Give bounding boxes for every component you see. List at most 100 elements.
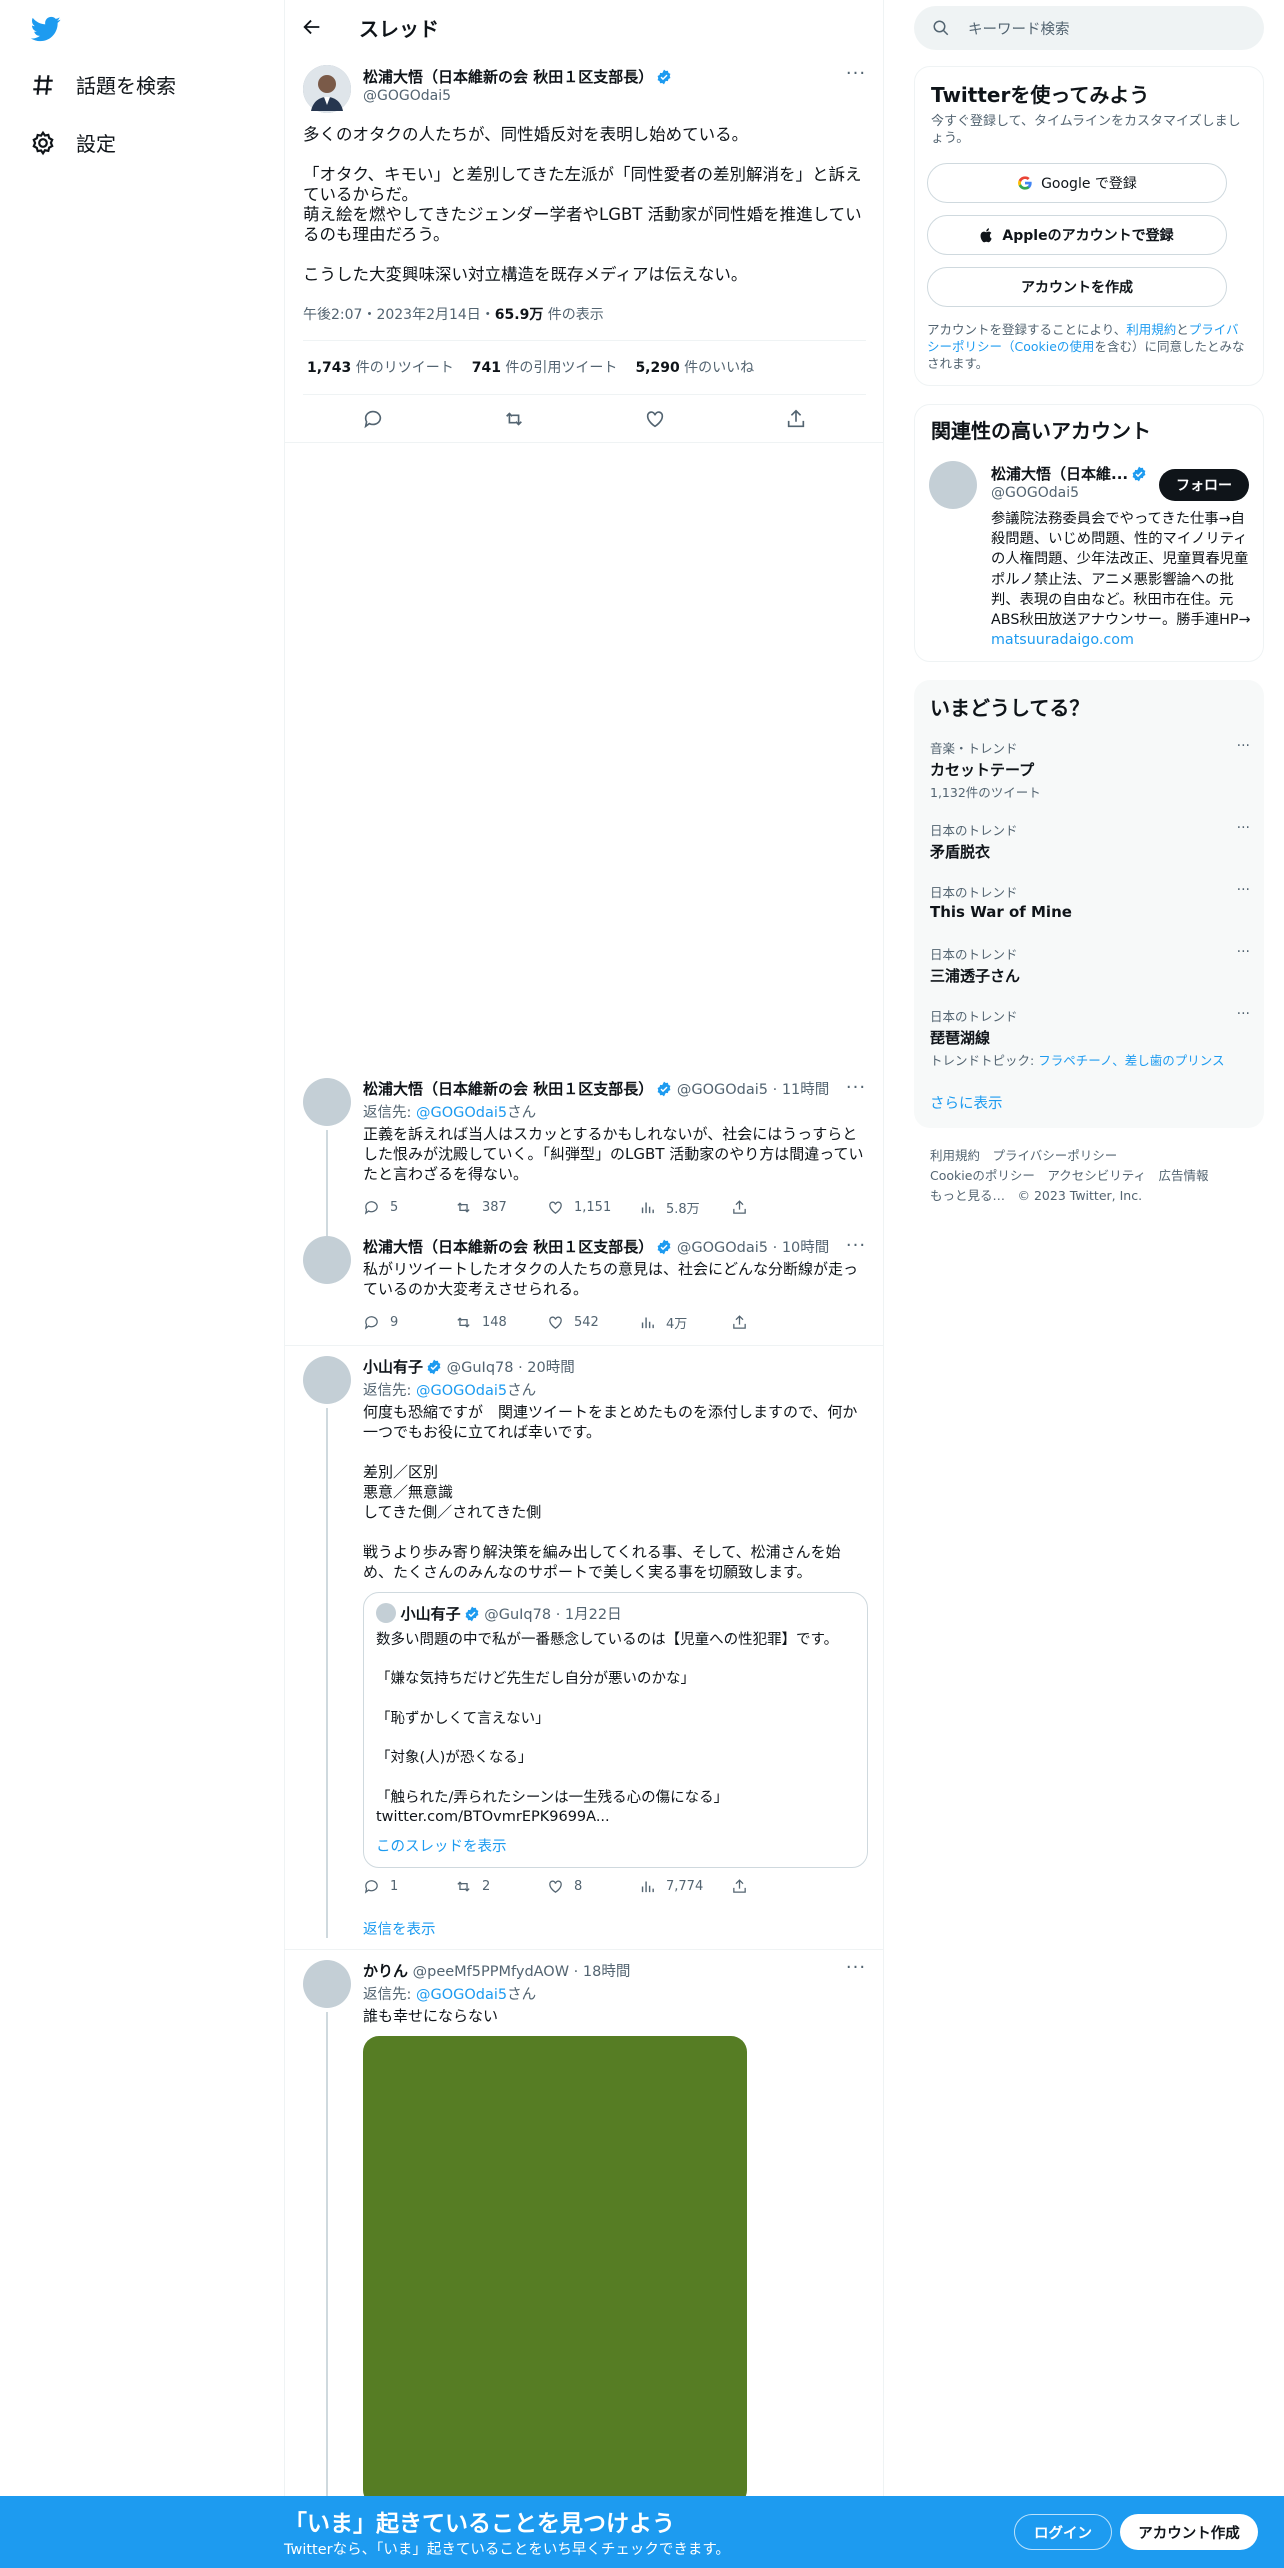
trend-topic-links[interactable]: フラペチーノ、差し歯のプリンス [1038, 1053, 1224, 1068]
more-options-icon[interactable]: ··· [1237, 820, 1250, 836]
views-action[interactable]: 5.8万 [639, 1198, 731, 1217]
reply-to-handle[interactable]: @GOGOdai5 [416, 1383, 507, 1399]
reply-content: 松浦大悟（日本維新の会 秋田１区支部長） @GOGOdai5 · 11時間 返信… [363, 1078, 868, 1217]
signup-button[interactable]: アカウント作成 [1120, 2514, 1258, 2550]
like-icon [549, 1201, 562, 1214]
reply-author-name[interactable]: 小山有子 [363, 1358, 423, 1376]
like-action[interactable]: 542 [547, 1314, 639, 1331]
likes-stat[interactable]: 5,290 件のいいね [635, 357, 754, 377]
more-options-icon[interactable]: ··· [1237, 1006, 1250, 1022]
show-more-link[interactable]: さらに表示 [930, 1092, 1003, 1113]
search-input[interactable]: キーワード検索 [914, 6, 1264, 50]
show-replies-link[interactable]: 返信を表示 [363, 1918, 436, 1939]
main-column: スレッド 松浦大悟（日本維新の会 秋田１区支部長） @GOGOdai5 ··· … [284, 0, 884, 2568]
focus-author[interactable]: 松浦大悟（日本維新の会 秋田１区支部長） @GOGOdai5 [363, 66, 672, 104]
bio-link[interactable]: matsuuradaigo.com [991, 632, 1134, 648]
trend-count: 1,132件のツイート [930, 785, 1041, 800]
trend-item[interactable]: 日本のトレンド This War of Mine ··· [930, 882, 1250, 921]
retweet-count: 148 [482, 1315, 507, 1330]
reply-tweet[interactable]: 松浦大悟（日本維新の会 秋田１区支部長） @GOGOdai5 · 11時間 返信… [285, 1070, 883, 1280]
reply-actions: 1 2 8 7,774 [363, 1878, 761, 1895]
views-label: 件の表示 [543, 307, 604, 323]
apple-signup-label: Appleのアカウントで登録 [1002, 228, 1174, 244]
tweet-paragraph: こうした大変興味深い対立構造を既存メディアは伝えない。 [303, 265, 748, 284]
reply-to-handle[interactable]: @GOGOdai5 [416, 1987, 507, 2003]
avatar[interactable] [303, 1236, 351, 1284]
login-button[interactable]: ログイン [1014, 2514, 1112, 2550]
follow-label: フォロー [1176, 478, 1232, 494]
reply-action[interactable]: 5 [363, 1199, 455, 1216]
account-name: 松浦大悟（日本維... [991, 465, 1129, 483]
reply-to-prefix: 返信先: [363, 1383, 416, 1399]
more-options-icon[interactable]: ··· [845, 65, 867, 90]
reply-to-suffix: さん [507, 1105, 537, 1121]
footer-line[interactable]: もっと見る… © 2023 Twitter, Inc. [930, 1186, 1250, 1206]
reply-to-handle[interactable]: @GOGOdai5 [416, 1105, 507, 1121]
reply-action[interactable]: 1 [363, 1878, 455, 1895]
reply-tweet[interactable]: 松浦大悟（日本維新の会 秋田１区支部長） @GOGOdai5 · 10時間 私が… [285, 1228, 883, 1346]
views-chart-icon [641, 1881, 654, 1893]
back-arrow-icon[interactable] [301, 16, 323, 38]
reply-action[interactable]: 9 [363, 1314, 455, 1331]
trend-item[interactable]: 日本のトレンド 琵琶湖線 トレンドトピック: フラペチーノ、差し歯のプリンス ··· [930, 1006, 1250, 1069]
apple-signup-button[interactable]: Appleのアカウントで登録 [927, 215, 1227, 255]
trend-item[interactable]: 音楽・トレンド カセットテープ 1,132件のツイート ··· [930, 738, 1250, 801]
apple-logo-icon [980, 228, 993, 243]
avatar[interactable] [929, 461, 977, 509]
banner-subtitle: Twitterなら、「いま」起きていることをいち早くチェックできます。 [284, 2542, 730, 2558]
views-action[interactable]: 7,774 [639, 1878, 731, 1895]
avatar[interactable] [303, 65, 351, 113]
share-icon[interactable] [785, 408, 807, 430]
trend-item[interactable]: 日本のトレンド 三浦透子さん ··· [930, 944, 1250, 986]
show-thread-link[interactable]: このスレッドを表示 [376, 1835, 507, 1856]
reply-to-suffix: さん [507, 1987, 537, 2003]
signup-banner: 「いま」起きていることを見つけよう Twitterなら、「いま」起きていることを… [0, 2496, 1284, 2568]
tweet-paragraph: 多くのオタクの人たちが、同性婚反対を表明し始めている。 [303, 125, 749, 144]
retweet-action[interactable]: 2 [455, 1878, 547, 1895]
share-action[interactable] [731, 1878, 761, 1895]
reply-image[interactable] [363, 2036, 747, 2506]
more-options-icon[interactable]: ··· [845, 1959, 867, 1984]
retweet-icon[interactable] [503, 408, 525, 430]
retweet-action[interactable]: 387 [455, 1199, 547, 1216]
like-action[interactable]: 8 [547, 1878, 639, 1895]
reply-tweet[interactable]: 小山有子 @GuIq78 · 20時間 返信先: @GOGOdai5さん 何度も… [285, 1346, 883, 1950]
footer-line[interactable]: 利用規約 プライバシーポリシー [930, 1146, 1250, 1166]
more-options-icon[interactable]: ··· [845, 1079, 867, 1104]
nav-explore[interactable]: 話題を検索 [30, 70, 176, 99]
reply-icon[interactable] [362, 408, 384, 430]
avatar[interactable] [303, 1960, 351, 2008]
trend-item[interactable]: 日本のトレンド 矛盾脱衣 ··· [930, 820, 1250, 862]
share-action[interactable] [731, 1314, 761, 1331]
more-options-icon[interactable]: ··· [845, 1237, 867, 1262]
tweet-paragraph: 「オタク、キモい」と差別してきた左派が「同性愛者の差別解消を」と訴えているからだ… [303, 165, 862, 244]
create-account-button[interactable]: アカウントを作成 [927, 267, 1227, 307]
signup-card-subtitle: 今すぐ登録して、タイムラインをカスタマイズしましょう。 [931, 114, 1241, 146]
terms-link[interactable]: 利用規約 [1126, 322, 1176, 337]
like-icon[interactable] [644, 408, 666, 430]
retweet-action[interactable]: 148 [455, 1314, 547, 1331]
quotes-stat[interactable]: 741 件の引用ツイート [472, 357, 618, 377]
avatar[interactable] [303, 1356, 351, 1404]
retweet-icon [457, 1317, 470, 1328]
avatar[interactable] [303, 1078, 351, 1126]
follow-button[interactable]: フォロー [1159, 469, 1249, 501]
nav-settings[interactable]: 設定 [30, 128, 116, 157]
views-action[interactable]: 4万 [639, 1313, 731, 1332]
more-options-icon[interactable]: ··· [1237, 738, 1250, 754]
more-options-icon[interactable]: ··· [1237, 944, 1250, 960]
reply-author-name[interactable]: かりん [363, 1962, 408, 1980]
reply-author-name[interactable]: 松浦大悟（日本維新の会 秋田１区支部長） [363, 1238, 653, 1256]
reply-tweet[interactable]: かりん @peeMf5PPMfydAOW · 18時間 返信先: @GOGOda… [285, 1950, 883, 2506]
quoted-tweet[interactable]: 小山有子 @GuIq78 · 1月22日 数多い問題の中で私が一番懸念しているの… [363, 1592, 868, 1868]
tweet-time[interactable]: 午後2:07・2023年2月14日・ [303, 307, 495, 323]
footer-line[interactable]: Cookieのポリシー アクセシビリティ 広告情報 [930, 1166, 1250, 1186]
google-signup-button[interactable]: Google で登録 [927, 163, 1227, 203]
share-action[interactable] [731, 1199, 761, 1216]
retweets-stat[interactable]: 1,743 件のリツイート [307, 357, 454, 377]
more-options-icon[interactable]: ··· [1237, 882, 1250, 898]
relevant-account-name[interactable]: 松浦大悟（日本維... [991, 463, 1147, 484]
like-action[interactable]: 1,151 [547, 1199, 639, 1216]
twitter-logo-icon[interactable] [30, 14, 62, 44]
reply-author-name[interactable]: 松浦大悟（日本維新の会 秋田１区支部長） [363, 1080, 653, 1098]
